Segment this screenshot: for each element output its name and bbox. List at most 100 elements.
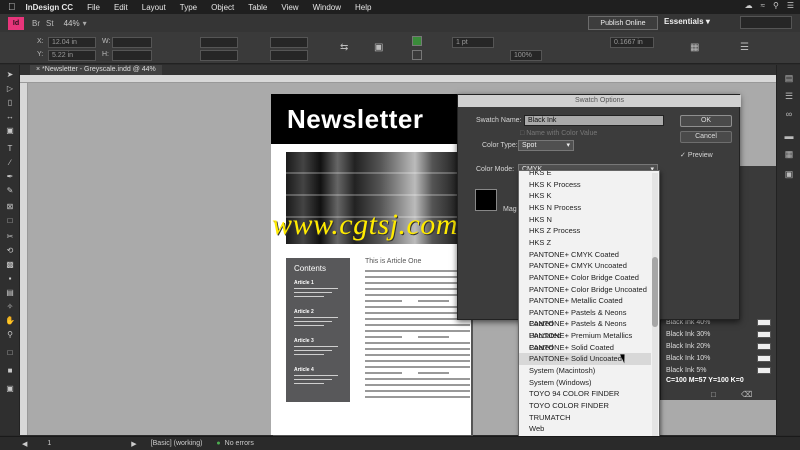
zoom-level[interactable]: 44% <box>64 19 80 28</box>
preflight-errors[interactable]: No errors <box>225 440 254 447</box>
dropdown-option[interactable]: HKS N <box>529 214 651 226</box>
vertical-ruler[interactable] <box>20 83 28 435</box>
links-panel-icon[interactable]: ∞ <box>784 109 794 119</box>
dropdown-option[interactable]: PANTONE+ Pastels & Neons Coated <box>529 307 651 329</box>
cancel-button[interactable]: Cancel <box>680 131 732 143</box>
bridge-icon[interactable]: Br <box>32 19 40 28</box>
line-tool-icon[interactable]: ∕ <box>5 159 15 167</box>
direct-selection-tool-icon[interactable]: ▷ <box>5 85 15 93</box>
dropdown-option[interactable]: HKS Z <box>529 237 651 249</box>
scale-x-field[interactable] <box>200 37 238 48</box>
dropdown-option[interactable]: PANTONE+ Solid Uncoated <box>519 353 651 366</box>
dropdown-option[interactable]: HKS Z Process <box>529 225 651 237</box>
text-wrap-icon[interactable]: ☰ <box>740 42 749 53</box>
scale-y-field[interactable] <box>200 50 238 61</box>
apply-color-icon[interactable]: ■ <box>5 367 15 375</box>
menu-edit[interactable]: Edit <box>114 3 128 12</box>
stroke-weight-field[interactable]: 1 pt <box>452 37 494 48</box>
dropdown-option[interactable]: System (Macintosh) <box>529 365 651 377</box>
dropdown-option[interactable]: TRUMATCH <box>529 412 651 424</box>
menu-object[interactable]: Object <box>211 3 234 12</box>
menu-app-name[interactable]: InDesign CC <box>26 3 74 12</box>
dropdown-option[interactable]: PANTONE+ Premium Metallics Coated <box>529 330 651 352</box>
rectangle-frame-tool-icon[interactable]: ⊠ <box>5 203 15 211</box>
y-position-field[interactable]: 5.22 in <box>48 50 96 61</box>
swatch-row[interactable]: Black Ink 10% <box>661 353 777 364</box>
article-one-heading[interactable]: This is Article One <box>365 258 421 265</box>
screen-mode-icon[interactable]: ▣ <box>5 385 15 393</box>
gradient-feather-tool-icon[interactable]: ▪ <box>5 275 15 283</box>
rectangle-tool-icon[interactable]: □ <box>5 217 15 225</box>
dropdown-option[interactable]: PANTONE+ CMYK Coated <box>529 249 651 261</box>
width-field[interactable] <box>112 37 152 48</box>
gap-tool-icon[interactable]: ↔ <box>5 113 15 121</box>
dropdown-option[interactable]: HKS K Process <box>529 179 651 191</box>
menu-help[interactable]: Help <box>355 3 371 12</box>
swatch-row[interactable]: Black Ink 20% <box>661 341 777 352</box>
stock-icon[interactable]: St <box>46 19 54 28</box>
apple-menu-icon[interactable]:  <box>8 2 16 13</box>
fill-swatch[interactable] <box>412 36 422 46</box>
dropdown-option[interactable]: Web <box>529 423 651 435</box>
dropdown-option[interactable]: PANTONE+ CMYK Uncoated <box>529 260 651 272</box>
page-tool-icon[interactable]: ▯ <box>5 99 15 107</box>
eyedropper-tool-icon[interactable]: ✧ <box>5 303 15 311</box>
type-tool-icon[interactable]: T <box>5 145 15 153</box>
swatches-panel-icon[interactable]: ▦ <box>784 149 794 159</box>
scissors-tool-icon[interactable]: ✂ <box>5 233 15 241</box>
dropdown-option[interactable]: HKS E <box>529 171 651 179</box>
dropdown-option[interactable]: System (Windows) <box>529 377 651 389</box>
document-page[interactable]: Newsletter Contents Article 1 Article 2 … <box>271 94 471 435</box>
content-collector-icon[interactable]: ▣ <box>5 127 15 135</box>
new-swatch-icon[interactable]: □ <box>711 390 716 399</box>
height-field[interactable] <box>112 50 152 61</box>
dropdown-option[interactable]: PANTONE+ Color Bridge Coated <box>529 272 651 284</box>
publish-online-button[interactable]: Publish Online <box>588 16 658 30</box>
dropdown-option[interactable]: TOYO 94 COLOR FINDER <box>529 388 651 400</box>
dropdown-option[interactable]: HKS N Process <box>529 202 651 214</box>
menu-file[interactable]: File <box>87 3 100 12</box>
zoom-tool-icon[interactable]: ⚲ <box>5 331 15 339</box>
color-type-select[interactable]: Spot ▾ <box>518 140 574 151</box>
search-icon[interactable]: ⚲ <box>773 1 779 10</box>
workspace-switcher[interactable]: Essentials ▾ <box>664 17 710 26</box>
creative-cloud-icon[interactable]: ☁ <box>745 1 753 10</box>
horizontal-ruler[interactable] <box>20 75 792 83</box>
swatch-name-field[interactable]: Black Ink <box>524 115 664 126</box>
contents-sidebar[interactable]: Contents Article 1 Article 2 Article 3 A… <box>286 258 350 402</box>
dropdown-option[interactable]: HKS K <box>529 190 651 202</box>
menu-table[interactable]: Table <box>248 3 267 12</box>
fill-stroke-icon[interactable]: □ <box>5 349 15 357</box>
newsletter-title[interactable]: Newsletter <box>287 104 424 135</box>
dropdown-option[interactable]: PANTONE+ Metallic Coated <box>529 295 651 307</box>
selection-tool-icon[interactable]: ➤ <box>5 71 15 79</box>
dropdown-option[interactable]: PANTONE+ Pastels & Neons Uncoated <box>529 318 651 340</box>
opacity-field[interactable]: 100% <box>510 50 542 61</box>
offset-field[interactable]: 0.1667 in <box>610 37 654 48</box>
document-tab[interactable]: × *Newsletter - Greyscale.indd @ 44% <box>30 65 162 75</box>
first-page-icon[interactable]: ◀ <box>22 440 27 448</box>
hand-tool-icon[interactable]: ✋ <box>5 317 15 325</box>
menu-view[interactable]: View <box>281 3 298 12</box>
style-status[interactable]: [Basic] (working) <box>151 440 203 447</box>
swatch-row[interactable]: Black Ink 30% <box>661 329 777 340</box>
select-container-icon[interactable]: ▣ <box>374 42 383 53</box>
menu-list-icon[interactable]: ☰ <box>787 1 794 10</box>
shear-field[interactable] <box>270 50 308 61</box>
free-transform-tool-icon[interactable]: ⟲ <box>5 247 15 255</box>
dropdown-option[interactable]: TOYO COLOR FINDER <box>529 400 651 412</box>
pencil-tool-icon[interactable]: ✎ <box>5 187 15 195</box>
stroke-swatch[interactable] <box>412 50 422 60</box>
fitting-icon[interactable]: ▦ <box>690 42 699 53</box>
pages-panel-icon[interactable]: ▤ <box>784 73 794 83</box>
stroke-panel-icon[interactable]: ▬ <box>784 131 794 141</box>
swatch-row[interactable]: Black Ink 5% <box>661 365 777 376</box>
layers-panel-icon[interactable]: ☰ <box>784 91 794 101</box>
flip-horizontal-icon[interactable]: ⇆ <box>340 42 348 53</box>
preview-checkbox[interactable]: ✓ Preview <box>680 151 713 159</box>
note-tool-icon[interactable]: ▤ <box>5 289 15 297</box>
trash-icon[interactable]: ⌫ <box>741 390 752 399</box>
newsletter-header[interactable]: Newsletter <box>271 94 471 144</box>
adobe-stock-search-field[interactable] <box>740 16 792 29</box>
next-page-icon[interactable]: ▶ <box>131 440 136 448</box>
